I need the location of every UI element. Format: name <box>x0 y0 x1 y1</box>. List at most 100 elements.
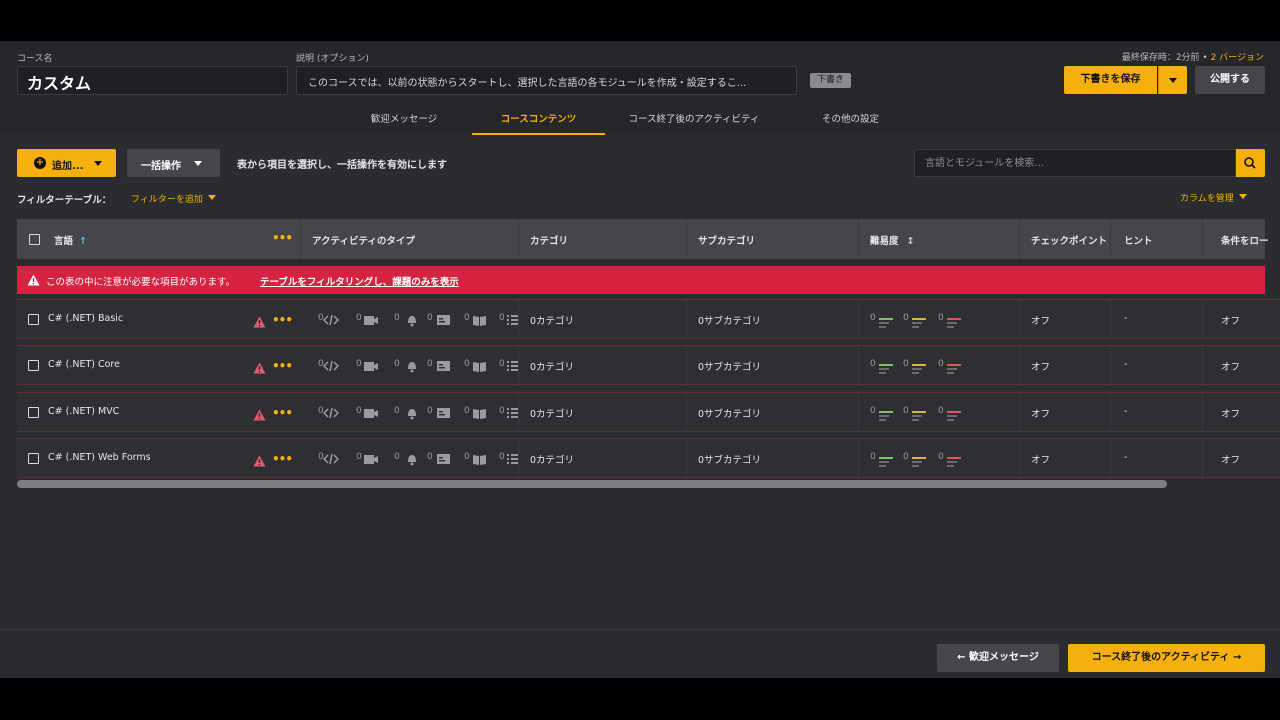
activity-count: 0 <box>464 452 470 462</box>
condition-cell: オフ <box>1221 409 1241 420</box>
table-row[interactable]: C# (.NET) Web Forms ••• 0 0 0 0 0 0 0カテゴリ 0サブカテゴリ… <box>17 438 1280 479</box>
row-menu-icon[interactable]: ••• <box>272 407 293 419</box>
next-step-label: コース終了後のアクティビティ <box>1091 652 1230 663</box>
bulk-actions-label: 一括操作 <box>141 161 181 172</box>
difficulty-count: 0 <box>938 313 944 323</box>
column-checkpoint[interactable]: チェックポイント <box>1031 233 1107 247</box>
save-draft-button[interactable]: 下書きを保存 <box>1064 66 1157 94</box>
steps-list-icon <box>506 312 522 331</box>
manage-columns-link[interactable]: カラムを管理 <box>1180 191 1247 204</box>
row-menu-icon[interactable]: ••• <box>272 360 293 372</box>
slides-icon <box>436 312 452 331</box>
chevron-down-icon <box>1238 194 1247 199</box>
versions-link[interactable]: 2 バージョン <box>1211 53 1264 63</box>
warning-icon <box>27 274 40 286</box>
difficulty-medium-icon <box>912 407 928 426</box>
select-all-checkbox[interactable] <box>29 234 40 245</box>
search-input[interactable] <box>914 149 1236 177</box>
table-row[interactable]: C# (.NET) Core ••• 0 0 0 0 0 0 0カテゴリ 0サブカテゴリ 0 0 0 オフ… <box>17 345 1280 386</box>
row-checkbox[interactable] <box>28 314 39 325</box>
quiz-bell-icon <box>405 451 421 470</box>
table-row[interactable]: C# (.NET) Basic ••• 0 0 0 0 0 0 0カテゴリ 0サブカテゴリ 0 0 0 オ… <box>17 299 1280 340</box>
subcategory-cell: 0サブカテゴリ <box>698 409 762 420</box>
row-checkbox[interactable] <box>28 407 39 418</box>
difficulty-easy-icon <box>879 407 895 426</box>
quiz-bell-icon <box>405 312 421 331</box>
draft-status-badge: 下書き <box>810 73 852 88</box>
activity-count: 0 <box>464 406 470 416</box>
language-name: C# (.NET) MVC <box>48 406 120 417</box>
column-divider <box>518 346 519 386</box>
description-field[interactable]: このコースでは、以前の状態からスタートし、選択した言語の各モジュールを作成・設定… <box>296 66 797 95</box>
row-checkbox[interactable] <box>28 360 39 371</box>
column-divider <box>858 300 859 340</box>
search-icon <box>1244 157 1256 169</box>
footer-nav: ← 歓迎メッセージ コース終了後のアクティビティ → <box>0 629 1280 678</box>
column-divider <box>1202 439 1203 479</box>
book-icon <box>472 405 488 424</box>
add-button[interactable]: + 追加... <box>17 149 116 177</box>
tab-post-course-activity[interactable]: コース終了後のアクティビティ <box>618 107 770 135</box>
column-divider <box>1202 300 1203 340</box>
column-divider <box>1019 219 1020 259</box>
row-checkbox[interactable] <box>28 453 39 464</box>
column-divider <box>858 393 859 433</box>
activity-count: 0 <box>464 313 470 323</box>
video-icon <box>363 451 379 470</box>
bulk-hint-text: 表から項目を選択し、一括操作を有効にします <box>237 160 447 171</box>
tab-welcome-message[interactable]: 歓迎メッセージ <box>356 107 452 135</box>
subcategory-cell: 0サブカテゴリ <box>698 455 762 466</box>
activity-count: 0 <box>356 359 362 369</box>
column-divider <box>1110 346 1111 386</box>
previous-step-button[interactable]: ← 歓迎メッセージ <box>937 644 1059 672</box>
checkpoint-cell: オフ <box>1031 362 1051 373</box>
column-divider <box>686 393 687 433</box>
horizontal-scrollbar[interactable] <box>17 480 1167 488</box>
bulk-actions-button[interactable]: 一括操作 <box>127 149 220 177</box>
difficulty-hard-icon <box>947 314 963 333</box>
column-divider <box>1202 346 1203 386</box>
difficulty-hard-icon <box>947 407 963 426</box>
filter-table-label: フィルターテーブル： <box>17 195 112 206</box>
column-language[interactable]: 言語 ↑ <box>54 233 87 247</box>
column-divider <box>300 219 301 259</box>
activity-count: 0 <box>356 313 362 323</box>
next-step-button[interactable]: コース終了後のアクティビティ → <box>1068 644 1265 672</box>
publish-button[interactable]: 公開する <box>1195 66 1265 94</box>
code-icon <box>322 405 340 424</box>
search-button[interactable] <box>1236 149 1265 177</box>
difficulty-medium-icon <box>912 453 928 472</box>
column-condition[interactable]: 条件をロー <box>1221 233 1269 247</box>
activity-count: 0 <box>394 452 400 462</box>
table-header: 言語 ↑ ••• アクティビティのタイプ カテゴリ サブカテゴリ 難易度 ↕ チェッ… <box>17 219 1269 259</box>
column-divider <box>686 439 687 479</box>
filter-issues-link[interactable]: テーブルをフィルタリングし、課題のみを表示 <box>260 274 459 288</box>
chevron-down-icon <box>194 161 202 166</box>
add-filter-link[interactable]: フィルターを追加 <box>131 192 216 205</box>
column-subcategory[interactable]: サブカテゴリ <box>698 233 755 247</box>
hint-cell: - <box>1124 452 1128 463</box>
column-difficulty[interactable]: 難易度 ↕ <box>870 233 914 247</box>
checkpoint-cell: オフ <box>1031 455 1051 466</box>
column-activity-type[interactable]: アクティビティのタイプ <box>312 233 415 247</box>
table-row[interactable]: C# (.NET) MVC ••• 0 0 0 0 0 0 0カテゴリ 0サブカテゴリ 0 0 0 オフ -… <box>17 392 1280 433</box>
quiz-bell-icon <box>405 358 421 377</box>
app-window: コース名 カスタム 説明 (オプション) このコースでは、以前の状態からスタート… <box>0 41 1280 678</box>
column-menu-icon[interactable]: ••• <box>272 232 293 244</box>
tab-course-content[interactable]: コースコンテンツ <box>472 107 605 135</box>
difficulty-count: 0 <box>938 452 944 462</box>
column-divider <box>1019 346 1020 386</box>
course-name-field[interactable]: カスタム <box>17 66 288 95</box>
row-menu-icon[interactable]: ••• <box>272 314 293 326</box>
slides-icon <box>436 405 452 424</box>
alert-text: この表の中に注意が必要な項目があります。 <box>46 277 236 288</box>
save-draft-dropdown-button[interactable] <box>1158 66 1187 94</box>
steps-list-icon <box>506 358 522 377</box>
condition-cell: オフ <box>1221 362 1241 373</box>
difficulty-count: 0 <box>870 313 876 323</box>
column-hint[interactable]: ヒント <box>1124 233 1153 247</box>
video-icon <box>363 405 379 424</box>
tab-other-settings[interactable]: その他の設定 <box>808 107 893 135</box>
column-category[interactable]: カテゴリ <box>530 233 568 247</box>
row-menu-icon[interactable]: ••• <box>272 453 293 465</box>
